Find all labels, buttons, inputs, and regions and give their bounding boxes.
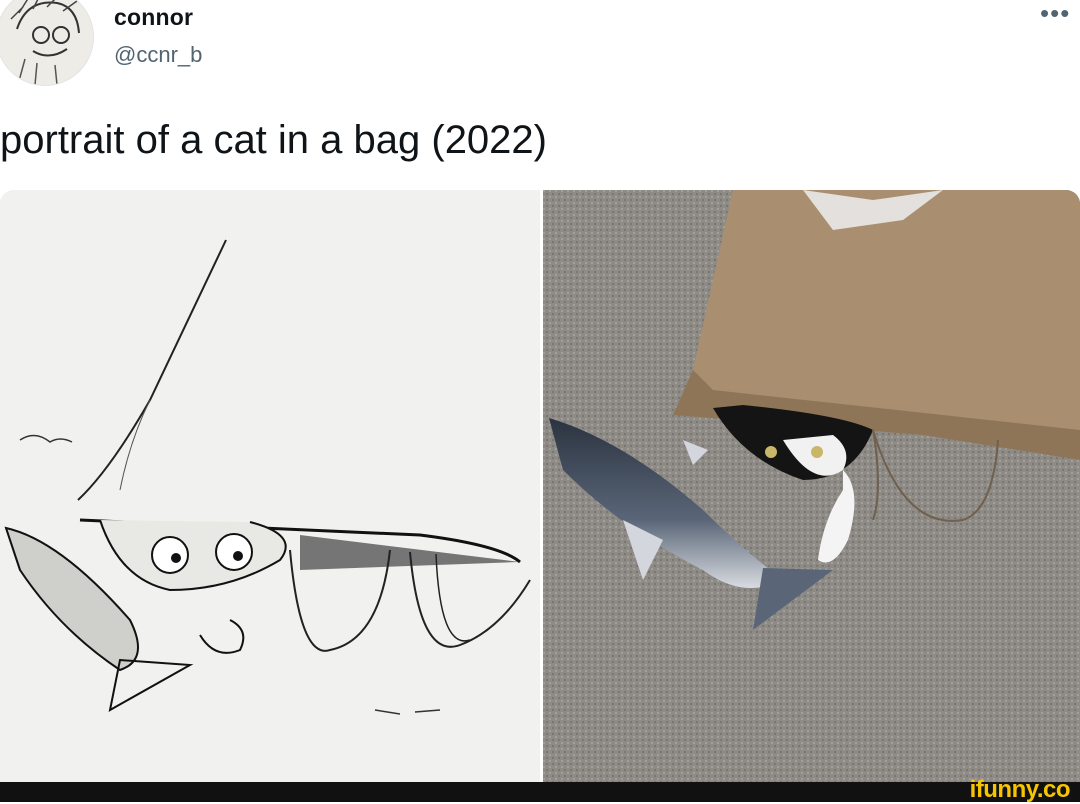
sketch-image[interactable]	[0, 190, 540, 782]
tweet-text: portrait of a cat in a bag (2022)	[0, 118, 547, 162]
more-options-icon[interactable]: •••	[1040, 0, 1070, 26]
photo-image[interactable]	[543, 190, 1080, 782]
watermark-logo: ifunny.co	[969, 776, 1071, 803]
sketch-drawing	[0, 190, 540, 782]
avatar[interactable]	[0, 0, 94, 86]
author-handle[interactable]: @ccnr_b	[114, 42, 202, 68]
photo-drawing	[543, 190, 1080, 782]
avatar-sketch-icon	[0, 0, 93, 85]
tweet-header: connor @ccnr_b •••	[0, 0, 1080, 100]
author-name[interactable]: connor	[114, 4, 193, 31]
watermark-bar: ifunny.co	[0, 776, 1080, 803]
tweet-media[interactable]	[0, 190, 1080, 782]
